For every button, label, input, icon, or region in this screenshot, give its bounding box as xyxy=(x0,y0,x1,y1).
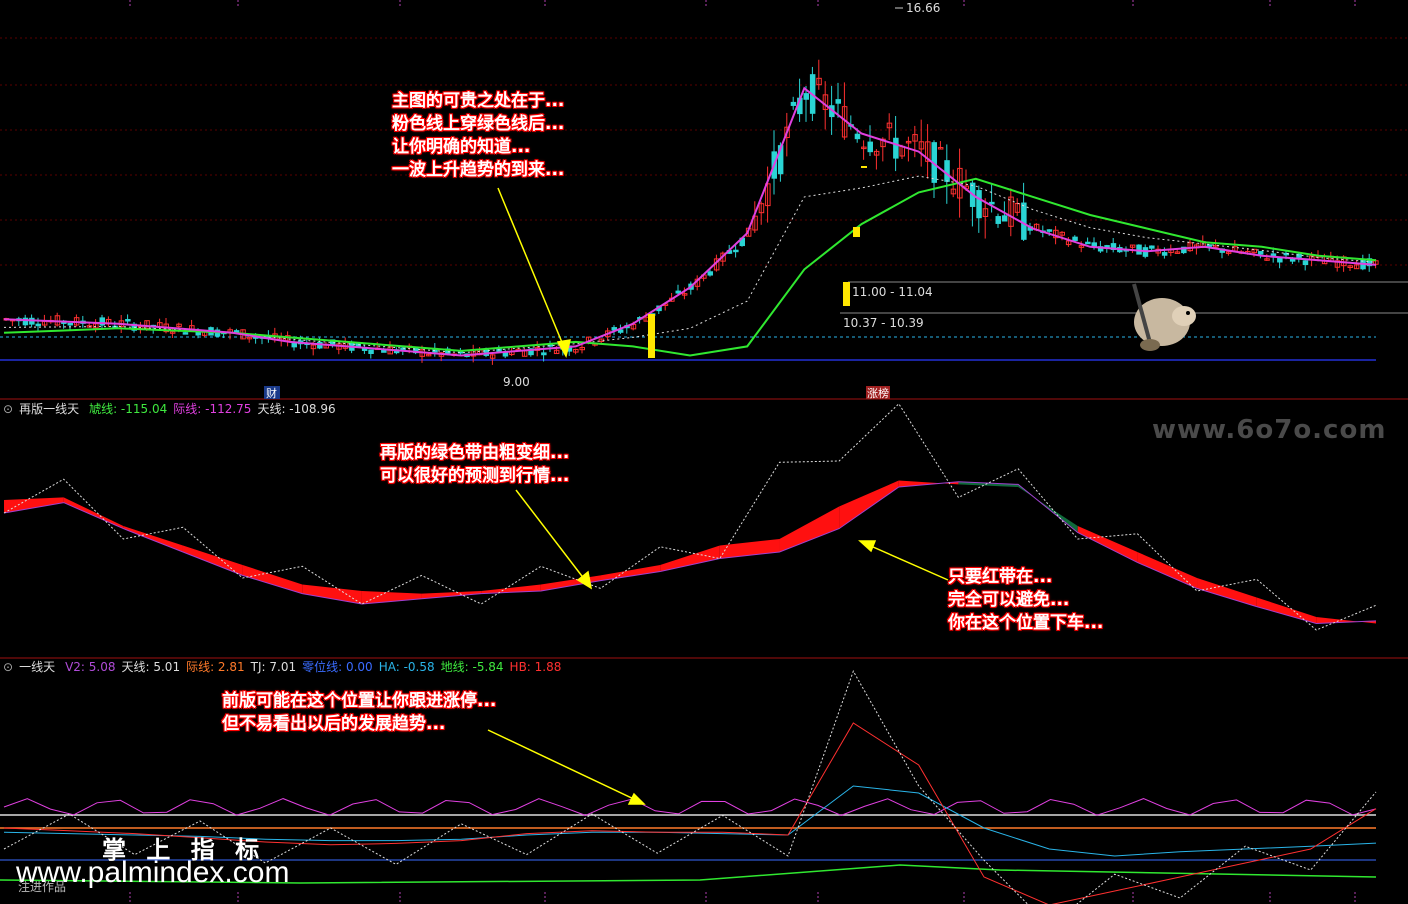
candle-body xyxy=(995,216,1001,224)
callout-line: 只要红带在... xyxy=(948,567,1053,587)
candle-body xyxy=(835,99,841,104)
indicator-value: 际线: 2.81 xyxy=(186,660,245,674)
callout-line: 可以很好的预测到行情... xyxy=(380,466,570,486)
callout-line: 完全可以避免... xyxy=(948,590,1070,610)
panel3-title: 一线天 xyxy=(19,660,56,674)
candle-body xyxy=(854,133,861,140)
collapse-icon[interactable]: ⊙ xyxy=(3,660,13,674)
red-band-segment xyxy=(1256,597,1317,624)
callout-line: 主图的可贵之处在于... xyxy=(392,91,565,111)
callout-line: 前版可能在这个位置让你跟进涨停... xyxy=(222,691,497,711)
chart-canvas: 16.66 9.00 11.00 - 11.04 10.37 - 10.39 财… xyxy=(0,0,1408,904)
candle-body xyxy=(976,190,982,219)
candle-body xyxy=(35,323,41,327)
indicator-value: 际线: -112.75 xyxy=(173,402,252,416)
mascot-image xyxy=(1132,283,1196,351)
candle-body xyxy=(733,249,739,253)
candle-body xyxy=(368,349,374,354)
indicator-value: HB: 1.88 xyxy=(509,660,562,674)
limit-bar-2 xyxy=(843,282,850,306)
candle-body xyxy=(1046,229,1053,232)
indicator-value: 地线: -5.84 xyxy=(440,660,504,674)
panel2-header: ⊙ 再版一线天 虓线: -115.04 际线: -112.75 天线: -108.96 xyxy=(3,401,348,417)
indicator-value: 虓线: -115.04 xyxy=(89,402,168,416)
max-price-label: 16.66 xyxy=(906,1,940,15)
candle-body xyxy=(381,349,387,353)
callout-line: 你在这个位置下车... xyxy=(948,613,1104,633)
candle-body xyxy=(707,271,713,276)
callout-line: 再版的绿色带由粗变细... xyxy=(380,443,570,463)
candle-body xyxy=(675,290,681,294)
watermark-corner: 注进作品 xyxy=(18,880,67,894)
indicator-value: 天线: 5.01 xyxy=(121,660,181,674)
candle-body xyxy=(1072,236,1078,241)
candle-body xyxy=(1161,252,1168,256)
indicator-value: HA: -0.58 xyxy=(378,660,435,674)
red-band-segment xyxy=(4,497,64,513)
red-band-segment xyxy=(361,591,422,604)
callout-panel3: 前版可能在这个位置让你跟进涨停... 但不易看出以后的发展趋势... xyxy=(222,690,496,736)
candle-body xyxy=(1206,244,1213,247)
red-band-segment xyxy=(839,480,899,529)
callout-line: 粉色线上穿绿色线后... xyxy=(392,114,565,134)
watermark-site1: www.6o7o.com xyxy=(1152,415,1387,445)
panel2-title: 再版一线天 xyxy=(19,402,80,416)
indicator-value: V2: 5.08 xyxy=(65,660,116,674)
zone-upper-label: 11.00 - 11.04 xyxy=(852,285,933,299)
marker-right: 涨榜 xyxy=(867,386,889,400)
candle-body xyxy=(1085,241,1091,245)
candle-body xyxy=(1302,260,1309,266)
callout-redband: 只要红带在... 完全可以避免... 你在这个位置下车... xyxy=(948,566,1103,635)
marker-left: 财 xyxy=(266,386,277,400)
limit-bar-1 xyxy=(648,314,655,358)
callout-line: 让你明确的知道... xyxy=(392,137,531,157)
candle-body xyxy=(233,330,240,333)
red-band-segment xyxy=(1197,578,1257,607)
red-band-segment xyxy=(1137,552,1198,589)
candle-body xyxy=(803,93,809,100)
candle-body xyxy=(790,101,797,106)
candle-body xyxy=(182,332,189,335)
candle-body xyxy=(1149,245,1155,249)
callout-main: 主图的可贵之处在于... 粉色线上穿绿色线后... 让你明确的知道... 一波上… xyxy=(392,90,564,182)
vertical-gridlines xyxy=(129,0,1356,904)
limit-bar-4 xyxy=(861,166,867,168)
limit-bar-3 xyxy=(853,227,860,237)
indicator-value: 零位线: 0.00 xyxy=(302,660,373,674)
indicator-value: 天线: -108.96 xyxy=(257,402,336,416)
red-band-segment xyxy=(242,565,303,594)
candle-body xyxy=(67,322,73,326)
candle-body xyxy=(1257,251,1264,255)
candle-body xyxy=(125,319,131,322)
callout-panel2: 再版的绿色带由粗变细... 可以很好的预测到行情... xyxy=(380,442,569,488)
candle-body xyxy=(1001,215,1008,222)
v2-line xyxy=(3,798,1377,816)
red-band-segment xyxy=(63,497,124,529)
red-band-segment xyxy=(302,584,362,604)
red-band-segment xyxy=(660,545,720,572)
candle-body xyxy=(989,201,995,205)
candle-body xyxy=(893,137,899,159)
candle-body xyxy=(1021,202,1027,240)
candle-body xyxy=(1277,257,1283,263)
panel3-header: ⊙ 一线天 V2: 5.08 天线: 5.01 际线: 2.81 TJ: 7.01 零位线:… xyxy=(3,659,573,675)
indicator-value: TJ: 7.01 xyxy=(250,660,297,674)
main-gridlines xyxy=(0,37,1408,266)
red-band-segment xyxy=(779,506,840,552)
candle-body xyxy=(944,160,950,182)
collapse-icon[interactable]: ⊙ xyxy=(3,402,13,416)
candle-body xyxy=(502,352,509,357)
red-band-segment xyxy=(1077,526,1138,563)
candle-body xyxy=(867,141,873,153)
callout-line: 一波上升趋势的到来... xyxy=(392,160,565,180)
callout-line: 但不易看出以后的发展趋势... xyxy=(222,714,446,734)
candle-body xyxy=(541,352,547,356)
low-price-label: 9.00 xyxy=(503,375,530,389)
zone-lower-label: 10.37 - 10.39 xyxy=(843,316,924,330)
